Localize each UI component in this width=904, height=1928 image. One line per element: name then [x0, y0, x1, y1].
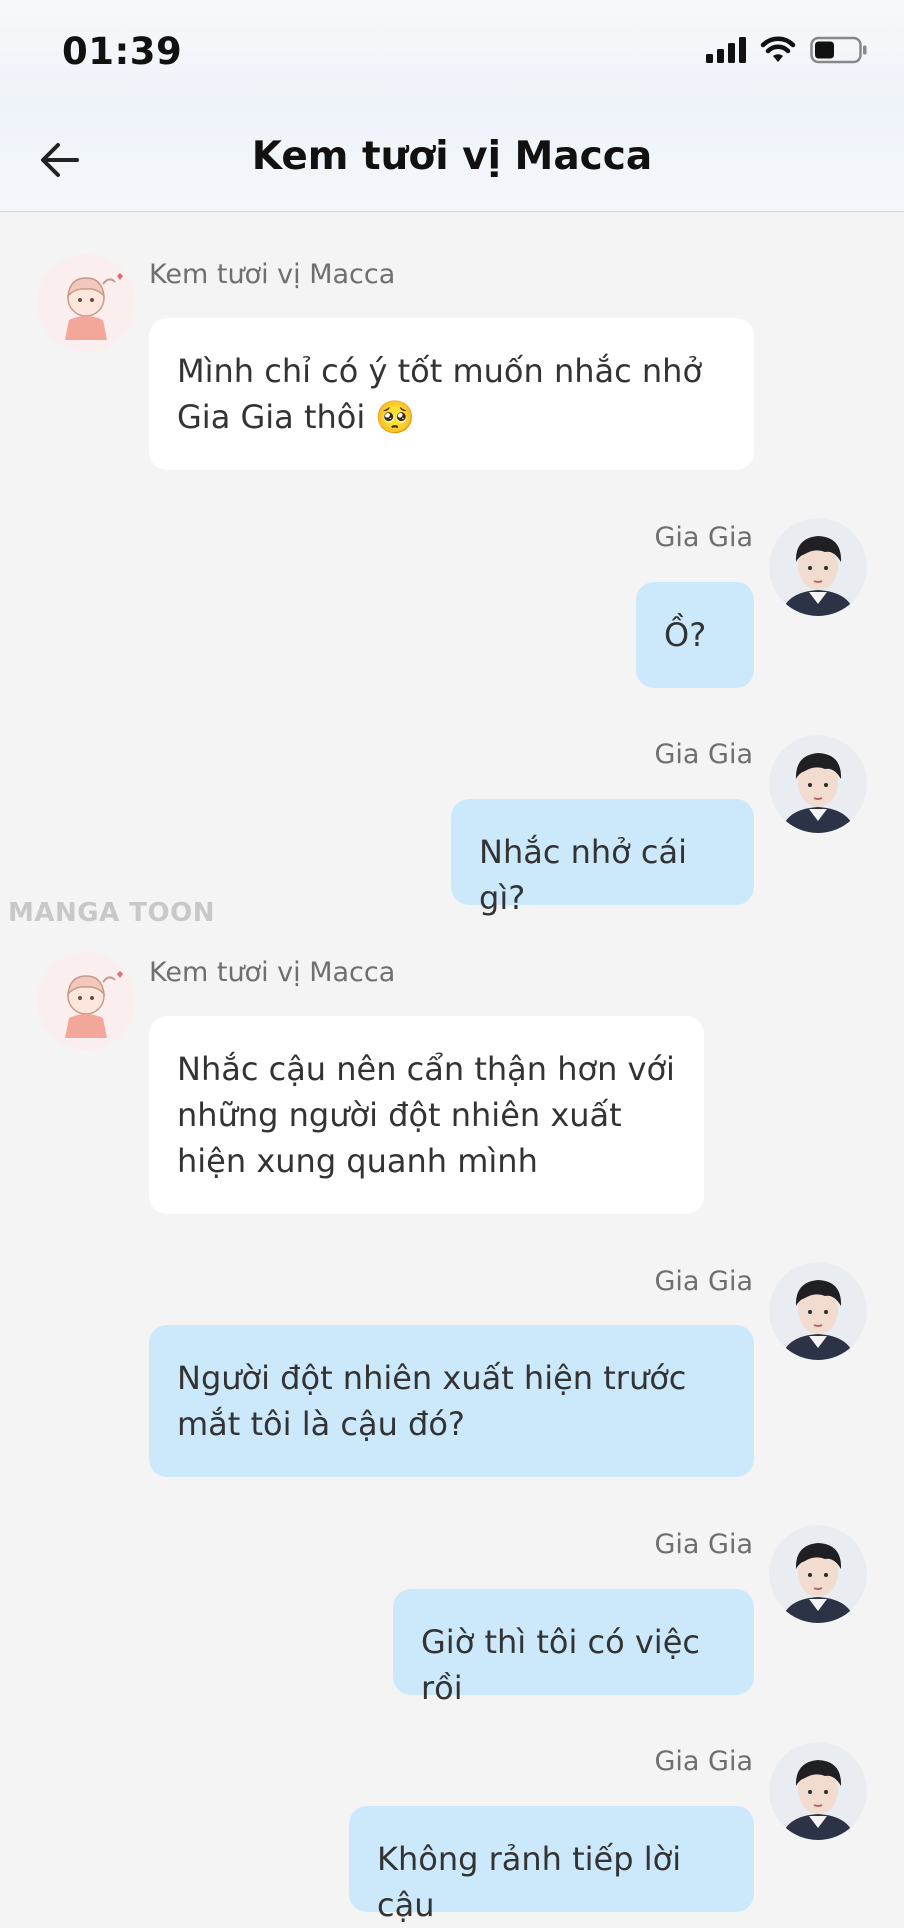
- sender-name: Gia Gia: [654, 1266, 753, 1297]
- message-bubble[interactable]: Không rảnh tiếp lời cậu: [349, 1806, 754, 1924]
- status-icons: [706, 36, 868, 64]
- status-bar: 01:39: [0, 0, 904, 104]
- cellular-signal-icon: [706, 37, 746, 63]
- wifi-icon: [760, 36, 796, 62]
- girl-avatar[interactable]: [37, 254, 135, 352]
- page-title: Kem tươi vị Macca: [251, 134, 653, 179]
- message-bubble[interactable]: Nhắc cậu nên cẩn thận hơn với những ngườ…: [149, 1016, 704, 1214]
- sender-name: Kem tươi vị Macca: [149, 259, 396, 290]
- sender-name: Gia Gia: [654, 739, 753, 770]
- chat-header: Kem tươi vị Macca: [0, 104, 904, 212]
- boy-avatar[interactable]: [769, 1262, 867, 1360]
- sender-name: Gia Gia: [654, 1529, 753, 1560]
- message-bubble[interactable]: Ồ?: [636, 582, 754, 688]
- boy-avatar[interactable]: [769, 1742, 867, 1840]
- message-bubble[interactable]: Mình chỉ có ý tốt muốn nhắc nhở Gia Gia …: [149, 318, 754, 470]
- boy-avatar[interactable]: [769, 1525, 867, 1623]
- watermark-logo: MANGA TOON: [8, 898, 215, 928]
- boy-avatar[interactable]: [769, 518, 867, 616]
- message-bubble[interactable]: Nhắc nhở cái gì?: [451, 799, 754, 917]
- status-time: 01:39: [62, 30, 183, 73]
- sender-name: Gia Gia: [654, 522, 753, 553]
- message-bubble[interactable]: Giờ thì tôi có việc rồi: [393, 1589, 754, 1707]
- battery-icon: [810, 36, 867, 64]
- message-bubble[interactable]: Người đột nhiên xuất hiện trước mắt tôi …: [149, 1325, 754, 1477]
- sender-name: Kem tươi vị Macca: [149, 957, 396, 988]
- girl-avatar[interactable]: [37, 952, 135, 1050]
- boy-avatar[interactable]: [769, 735, 867, 833]
- sender-name: Gia Gia: [654, 1746, 753, 1777]
